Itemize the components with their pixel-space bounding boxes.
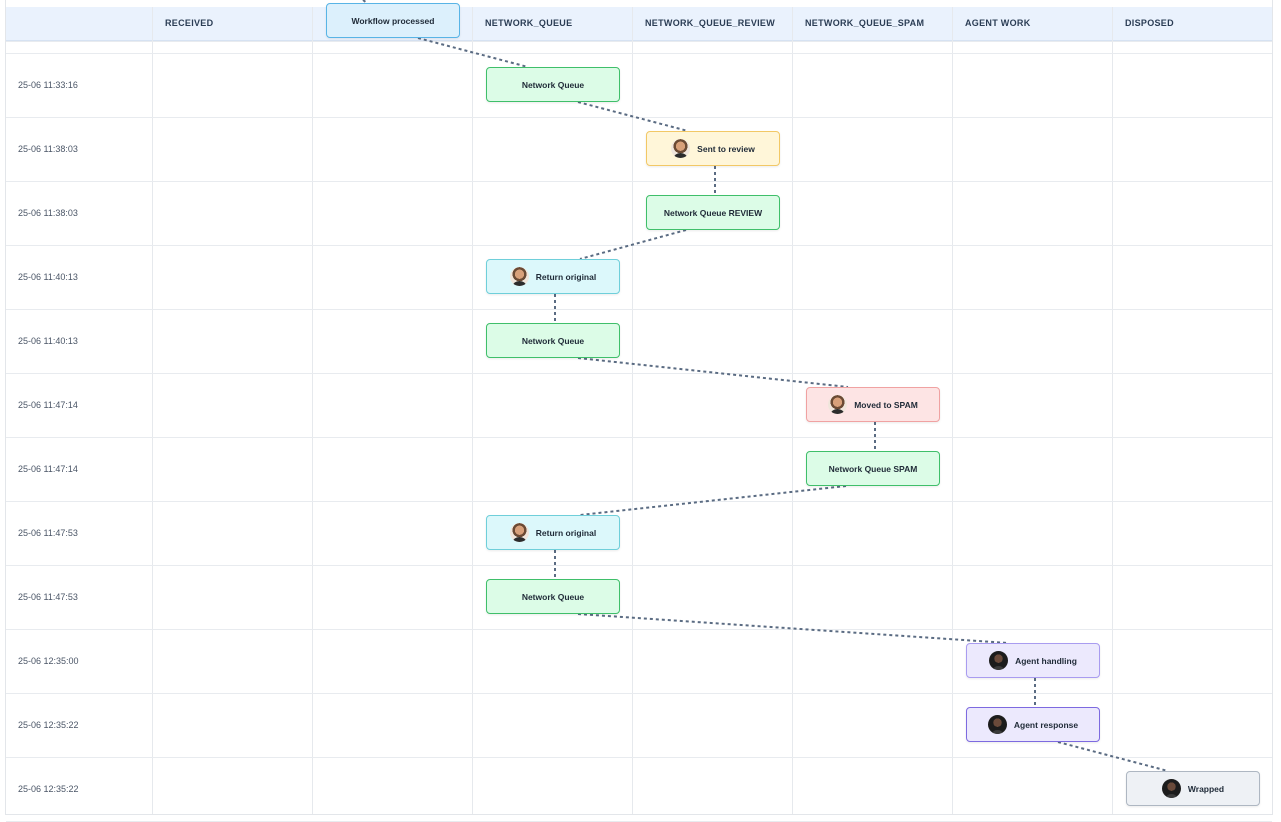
event-card-moved-to-spam[interactable]: Moved to SPAM [806,387,940,422]
avatar-dark-icon [989,651,1009,670]
connector-line [417,37,529,68]
avatar-light-icon [671,139,691,158]
event-card-label: Return original [535,271,597,282]
connector-line [579,485,847,516]
connector-line [577,613,1009,644]
avatar-dark-icon [987,715,1007,734]
event-card-label: Network Queue [521,335,585,346]
event-card-wrapped[interactable]: Wrapped [1126,771,1260,806]
event-card-return-original[interactable]: Return original [486,515,620,550]
event-card-network-queue[interactable]: Network Queue [486,323,620,358]
event-card-label: Network Queue [521,79,585,90]
event-card-label: Network Queue [521,591,585,602]
connector-layer [362,0,1169,772]
event-card-workflow-processed[interactable]: Workflow processed [326,3,460,38]
event-card-label: Agent handling [1015,655,1077,666]
event-card-sent-to-review[interactable]: Sent to review [646,131,780,166]
event-card-network-queue-review[interactable]: Network Queue REVIEW [646,195,780,230]
event-card-label: Network Queue SPAM [828,463,918,474]
connector-line [579,229,687,260]
avatar-light-icon [509,523,529,542]
event-card-label: Workflow processed [351,15,435,26]
event-card-network-queue-spam[interactable]: Network Queue SPAM [806,451,940,486]
event-card-label: Moved to SPAM [854,399,918,410]
connector-line [577,101,689,132]
event-card-label: Sent to review [697,143,755,154]
event-card-network-queue[interactable]: Network Queue [486,67,620,102]
event-card-agent-response[interactable]: Agent response [966,707,1100,742]
connector-line [577,357,849,388]
avatar-light-icon [509,267,529,286]
timeline-board: RECEIVED NETWORK_QUEUE NETWORK_QUEUE_REVIE… [5,0,1273,822]
event-card-network-queue[interactable]: Network Queue [486,579,620,614]
event-card-label: Agent response [1013,719,1079,730]
event-card-agent-handling[interactable]: Agent handling [966,643,1100,678]
connector-line [1057,741,1169,772]
event-card-return-original[interactable]: Return original [486,259,620,294]
event-card-label: Return original [535,527,597,538]
avatar-dark-icon [1161,779,1181,798]
avatar-light-icon [828,395,848,414]
event-card-label: Wrapped [1187,783,1225,794]
event-card-label: Network Queue REVIEW [663,207,763,218]
